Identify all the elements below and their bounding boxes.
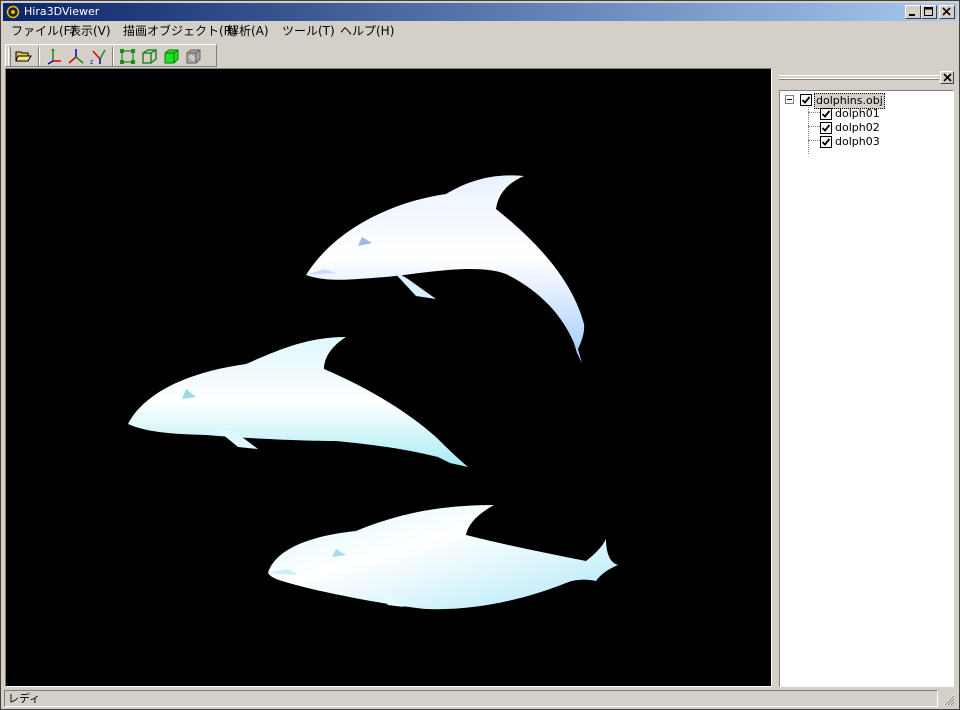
toolbar-separator: [38, 47, 40, 66]
tree-item-dolph02[interactable]: dolph02: [820, 121, 930, 135]
toolbar-separator: [112, 47, 114, 66]
tree-connector: [808, 126, 820, 127]
dolphin-model-3: [268, 505, 618, 610]
tree-item-label: dolph01: [835, 107, 880, 120]
view-yz-button[interactable]: [65, 46, 87, 67]
app-icon[interactable]: [6, 5, 20, 19]
menu-analysis[interactable]: 解析(A): [225, 24, 271, 39]
menu-bar: ファイル(F) 表示(V) 描画オブジェクト(R) 解析(A) ツール(T) ヘ…: [3, 22, 957, 41]
close-icon: [943, 73, 952, 82]
panel-close-button[interactable]: [940, 71, 954, 84]
vertex-mode-button[interactable]: [117, 46, 139, 67]
dolphin-scene: [128, 175, 618, 610]
panel-grip[interactable]: [779, 75, 939, 80]
wireframe-mode-icon: [142, 49, 157, 64]
checkmark-icon: [821, 110, 831, 118]
tree-connector: [808, 140, 820, 141]
minimize-icon: [909, 14, 915, 16]
title-bar[interactable]: Hira3DViewer: [3, 3, 957, 21]
minimize-button[interactable]: [905, 5, 921, 19]
status-text: レディ: [4, 690, 938, 707]
maximize-icon: [924, 7, 933, 16]
dolph03-checkbox[interactable]: [820, 136, 832, 148]
object-panel: dolphins.obj dolph01 dolph02 dolph03: [776, 68, 957, 687]
svg-text:z: z: [90, 59, 93, 65]
tree-connector: [808, 112, 820, 113]
axis-xy-icon: [47, 48, 61, 65]
tree-item-label: dolph03: [835, 135, 880, 148]
resize-grip-icon[interactable]: [941, 692, 955, 706]
tree-item-root[interactable]: dolphins.obj: [785, 93, 905, 109]
app-window: Hira3DViewer ファイル(F) 表示(V) 描画オブジェクト(R) 解…: [0, 0, 960, 710]
maximize-button[interactable]: [921, 5, 937, 19]
3d-viewport[interactable]: [5, 68, 772, 687]
checkmark-icon: [821, 138, 831, 146]
toolbar-grip[interactable]: [8, 47, 11, 66]
solid-mode-icon: [164, 49, 179, 64]
tree-item-dolph03[interactable]: dolph03: [820, 135, 930, 149]
axis-xz-icon: z: [90, 49, 106, 65]
view-xz-button[interactable]: z: [87, 46, 109, 67]
dolphin-model-2: [128, 337, 468, 467]
dolphin-model-1: [306, 175, 585, 363]
open-file-button[interactable]: [13, 46, 35, 67]
open-folder-icon: [15, 51, 32, 62]
menu-tools[interactable]: ツール(T): [280, 24, 337, 39]
texture-mode-button[interactable]: [183, 46, 205, 67]
checkmark-icon: [801, 96, 811, 104]
menu-render-object[interactable]: 描画オブジェクト(R): [121, 24, 239, 39]
menu-help[interactable]: ヘルプ(H): [338, 24, 396, 39]
object-tree[interactable]: dolphins.obj dolph01 dolph02 dolph03: [779, 90, 954, 687]
close-icon: [942, 7, 951, 16]
tree-item-dolph01[interactable]: dolph01: [820, 107, 930, 121]
axis-yz-icon: [68, 49, 84, 64]
wireframe-mode-button[interactable]: [139, 46, 161, 67]
dolph01-checkbox[interactable]: [820, 108, 832, 120]
window-title: Hira3DViewer: [24, 5, 100, 18]
toolbar: z: [5, 44, 217, 67]
view-xy-button[interactable]: [43, 46, 65, 67]
solid-mode-button[interactable]: [161, 46, 183, 67]
tree-item-label: dolph02: [835, 121, 880, 134]
close-button[interactable]: [939, 5, 955, 19]
root-checkbox[interactable]: [800, 94, 812, 106]
texture-mode-icon: [186, 49, 201, 64]
dolph02-checkbox[interactable]: [820, 122, 832, 134]
status-bar: レディ: [3, 689, 957, 708]
collapse-toggle-icon[interactable]: [785, 95, 794, 104]
checkmark-icon: [821, 124, 831, 132]
menu-view[interactable]: 表示(V): [67, 24, 113, 39]
vertex-mode-icon: [120, 49, 135, 64]
